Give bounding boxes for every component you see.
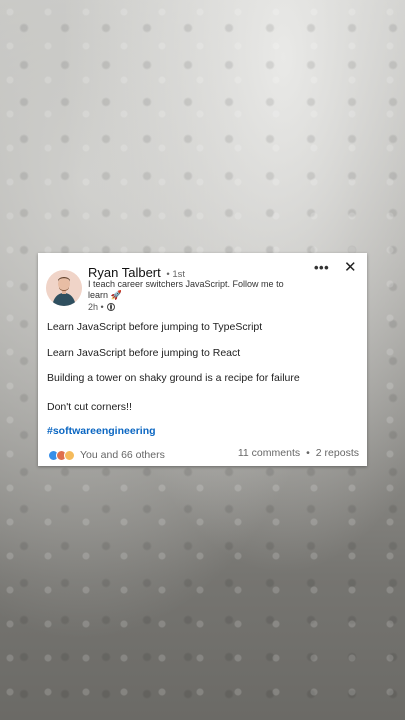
avatar[interactable] xyxy=(46,270,82,306)
engagement-counts: 11 comments • 2 reposts xyxy=(238,447,359,459)
reactions-count: You and 66 others xyxy=(80,449,165,461)
post-time: 2h • xyxy=(88,302,115,312)
reactions-summary[interactable]: You and 66 others xyxy=(48,449,165,461)
insightful-icon xyxy=(64,449,75,461)
post-text-line-1: Learn JavaScript before jumping to TypeS… xyxy=(47,321,263,333)
author-name-row[interactable]: Ryan Talbert • 1st xyxy=(88,265,185,280)
post-text-line-2: Learn JavaScript before jumping to React xyxy=(47,347,241,359)
author-name[interactable]: Ryan Talbert xyxy=(88,265,161,280)
avatar-photo xyxy=(46,270,82,306)
counts-separator: • xyxy=(306,447,310,459)
close-icon[interactable]: ✕ xyxy=(344,258,357,276)
post-card: Ryan Talbert • 1st I teach career switch… xyxy=(38,253,367,466)
hashtag-link[interactable]: #softwareengineering xyxy=(47,425,156,437)
more-icon[interactable]: ••• xyxy=(314,260,329,275)
reposts-count[interactable]: 2 reposts xyxy=(316,447,359,459)
post-text-line-3: Building a tower on shaky ground is a re… xyxy=(47,372,300,384)
post-text-line-4: Don't cut corners!! xyxy=(47,401,132,413)
globe-icon xyxy=(106,303,115,311)
comments-count[interactable]: 11 comments xyxy=(238,447,300,459)
post-time-text: 2h • xyxy=(88,302,104,312)
author-headline: I teach career switchers JavaScript. Fol… xyxy=(88,279,284,300)
